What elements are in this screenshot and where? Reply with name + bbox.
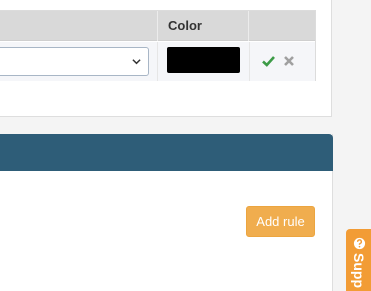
close-icon[interactable] [283,55,295,67]
rules-panel: Color [0,0,332,117]
field-select[interactable] [0,47,149,76]
table-header-row: Color [0,11,315,41]
chevron-down-icon [132,59,141,65]
color-column-header: Color [157,11,249,41]
color-swatch[interactable] [167,47,240,73]
support-tab-label: Supp [351,253,367,288]
column-divider [157,42,158,81]
field-column-header [0,11,157,41]
rules-table: Color [0,10,316,81]
table-row [0,42,315,81]
panel-header [0,134,333,171]
check-icon[interactable] [262,55,275,67]
help-icon [353,237,366,250]
add-rule-button[interactable]: Add rule [246,206,315,237]
column-divider [249,42,250,81]
actions-column-header [249,11,315,41]
support-tab[interactable]: Supp [346,229,371,291]
rule-editor-panel: Add rule [0,134,333,291]
